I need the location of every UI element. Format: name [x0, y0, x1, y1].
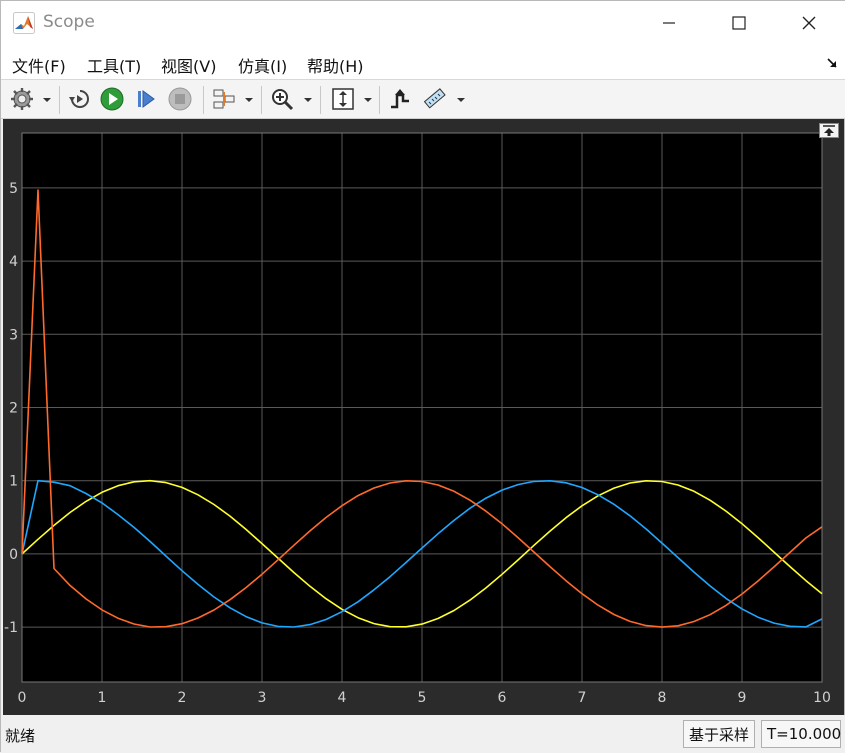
- triggers-button[interactable]: [387, 86, 413, 112]
- x-tick-label: 7: [578, 690, 587, 706]
- restore-button[interactable]: [67, 86, 93, 112]
- status-bar: 就绪 基于采样 T=10.000: [1, 715, 845, 753]
- x-tick-label: 10: [813, 690, 831, 706]
- y-tick-label: 0: [9, 547, 18, 563]
- highlight-signal-button[interactable]: [211, 86, 237, 112]
- step-forward-button[interactable]: [133, 86, 159, 112]
- stop-icon: [168, 87, 192, 111]
- x-tick-label: 9: [738, 690, 747, 706]
- measurements-icon: [423, 88, 446, 109]
- chevron-down-icon[interactable]: [364, 96, 372, 104]
- run-button[interactable]: [99, 86, 125, 112]
- close-button[interactable]: [774, 1, 844, 45]
- minimize-icon: [663, 22, 675, 24]
- undock-icon[interactable]: [819, 123, 839, 138]
- scope-window: Scope 文件(F) 工具(T) 视图(V) 仿真(I) 帮助(H) 0 1 …: [0, 0, 845, 753]
- measurements-button[interactable]: [421, 86, 447, 112]
- dock-arrow-icon[interactable]: [826, 57, 838, 69]
- window-title: Scope: [43, 12, 95, 32]
- sim-time-indicator: T=10.000: [761, 720, 841, 748]
- zoom-icon: [272, 89, 294, 111]
- zoom-button[interactable]: [269, 86, 295, 112]
- chevron-down-icon[interactable]: [43, 96, 51, 104]
- toolbar-separator: [261, 86, 262, 114]
- toolbar: [1, 79, 845, 119]
- x-tick-label: 0: [18, 690, 27, 706]
- step-forward-icon: [138, 90, 155, 108]
- signal-plot[interactable]: 0 1 2 3 4 5 6 7 8 9 10 -1 0 1 2 3 4 5: [1, 119, 845, 715]
- sample-mode-indicator: 基于采样: [683, 720, 756, 748]
- highlight-signal-icon: [213, 89, 235, 109]
- y-tick-label: 4: [9, 254, 18, 270]
- toolbar-separator: [59, 86, 60, 114]
- scale-axes-button[interactable]: [330, 86, 356, 112]
- menu-help[interactable]: 帮助(H): [307, 53, 364, 77]
- toolbar-separator: [203, 86, 204, 114]
- status-ready-text: 就绪: [5, 727, 36, 745]
- x-tick-label: 2: [178, 690, 187, 706]
- maximize-icon: [732, 16, 746, 30]
- minimize-button[interactable]: [634, 1, 704, 45]
- x-tick-label: 6: [498, 690, 507, 706]
- scale-axes-icon: [332, 88, 354, 110]
- x-tick-label: 4: [338, 690, 347, 706]
- menu-tools[interactable]: 工具(T): [87, 53, 141, 77]
- chevron-down-icon[interactable]: [457, 96, 465, 104]
- settings-button[interactable]: [9, 86, 35, 112]
- maximize-button[interactable]: [704, 1, 774, 45]
- close-icon: [802, 16, 816, 30]
- triggers-icon: [391, 89, 409, 109]
- restore-icon: [69, 90, 89, 108]
- menu-simulation[interactable]: 仿真(I): [238, 53, 287, 77]
- y-tick-label: 2: [9, 401, 18, 417]
- x-tick-label: 3: [258, 690, 267, 706]
- menu-file[interactable]: 文件(F): [12, 53, 66, 77]
- menu-bar: 文件(F) 工具(T) 视图(V) 仿真(I) 帮助(H): [1, 45, 845, 79]
- run-icon: [100, 87, 124, 111]
- stop-button[interactable]: [167, 86, 193, 112]
- matlab-logo-icon: [13, 12, 35, 34]
- y-tick-label: 1: [9, 474, 18, 490]
- gear-icon: [11, 88, 33, 110]
- chevron-down-icon[interactable]: [304, 96, 312, 104]
- x-tick-label: 5: [418, 690, 427, 706]
- x-tick-label: 1: [98, 690, 107, 706]
- chevron-down-icon[interactable]: [245, 96, 253, 104]
- toolbar-separator: [320, 86, 321, 114]
- title-bar[interactable]: Scope: [1, 1, 845, 45]
- y-tick-label: -1: [4, 620, 18, 636]
- toolbar-separator: [379, 86, 380, 114]
- y-tick-label: 5: [9, 181, 18, 197]
- x-tick-label: 8: [658, 690, 667, 706]
- y-tick-label: 3: [9, 327, 18, 343]
- menu-view[interactable]: 视图(V): [161, 53, 216, 77]
